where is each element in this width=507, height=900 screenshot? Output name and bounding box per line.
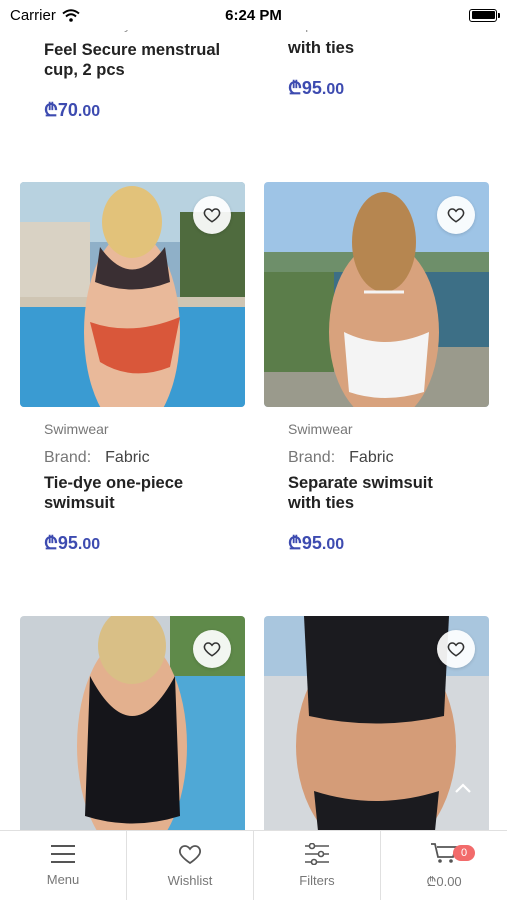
product-title[interactable]: Feel Secure menstrual cup, 2 pcs — [44, 40, 221, 80]
product-card[interactable]: Swimwear Brand: Fabric Tie-dye one-piece … — [20, 182, 245, 555]
product-category: Swimwear — [288, 421, 353, 437]
product-image[interactable] — [264, 182, 489, 407]
product-grid: Brand: Satisfyer Feel Secure menstrual c… — [0, 0, 507, 830]
price-cents: .00 — [77, 536, 101, 553]
bottom-tab-bar: Menu Wishlist Filters 0 ₾0.00 — [0, 830, 507, 900]
chevron-up-icon — [455, 783, 471, 793]
wishlist-heart-button[interactable] — [437, 630, 475, 668]
brand-value: Fabric — [105, 449, 150, 466]
wishlist-heart-button[interactable] — [193, 630, 231, 668]
tab-menu-label: Menu — [46, 872, 80, 887]
tab-filters[interactable]: Filters — [254, 831, 381, 900]
product-title[interactable]: with ties — [288, 38, 465, 58]
price-cents: .00 — [77, 103, 101, 120]
product-image[interactable] — [20, 182, 245, 407]
heart-icon — [178, 845, 202, 865]
brand-label: Brand: — [288, 449, 336, 466]
product-title[interactable]: Tie-dye one-piece swimsuit — [44, 473, 221, 513]
price-main: ₾70 — [44, 100, 78, 120]
product-image[interactable] — [20, 616, 245, 830]
product-title[interactable]: Separate swimsuit with ties — [288, 473, 465, 513]
product-card[interactable]: Swimwear Brand: Fabric Separate swimsuit … — [264, 182, 489, 555]
wifi-icon — [62, 8, 80, 22]
menu-icon — [51, 845, 75, 863]
product-price: ₾95.00 — [288, 76, 465, 100]
price-main: ₾95 — [44, 533, 78, 553]
product-brand: Brand: Fabric — [44, 449, 221, 467]
product-brand: Brand: Fabric — [288, 449, 465, 467]
tab-cart[interactable]: 0 ₾0.00 — [381, 831, 507, 900]
tab-filters-label: Filters — [299, 873, 335, 888]
heart-icon — [203, 208, 221, 223]
wishlist-heart-button[interactable] — [437, 196, 475, 234]
cart-total: ₾0.00 — [426, 873, 462, 889]
product-price: ₾95.00 — [288, 531, 465, 555]
heart-icon — [447, 208, 465, 223]
product-card[interactable] — [20, 616, 245, 830]
tab-wishlist[interactable]: Wishlist — [127, 831, 254, 900]
heart-icon — [203, 642, 221, 657]
price-main: ₾95 — [288, 533, 322, 553]
status-bar: Carrier 6:24 PM — [0, 0, 507, 30]
status-time: 6:24 PM — [225, 6, 282, 24]
tab-menu[interactable]: Menu — [0, 831, 127, 900]
product-price: ₾95.00 — [44, 531, 221, 555]
product-card[interactable]: Brand: Satisfyer Feel Secure menstrual c… — [20, 16, 245, 122]
price-cents: .00 — [321, 536, 345, 553]
carrier-label: Carrier — [10, 6, 56, 24]
brand-value: Fabric — [349, 449, 394, 466]
tab-wishlist-label: Wishlist — [167, 873, 213, 888]
battery-icon — [469, 8, 500, 22]
product-price: ₾70.00 — [44, 98, 221, 122]
price-cents: .00 — [321, 81, 345, 98]
wishlist-heart-button[interactable] — [193, 196, 231, 234]
price-main: ₾95 — [288, 78, 322, 98]
heart-icon — [447, 642, 465, 657]
product-category: Swimwear — [44, 421, 109, 437]
brand-label: Brand: — [44, 449, 92, 466]
sliders-icon — [305, 843, 329, 865]
scroll-to-top-button[interactable] — [453, 778, 473, 801]
cart-count-badge: 0 — [453, 845, 475, 861]
